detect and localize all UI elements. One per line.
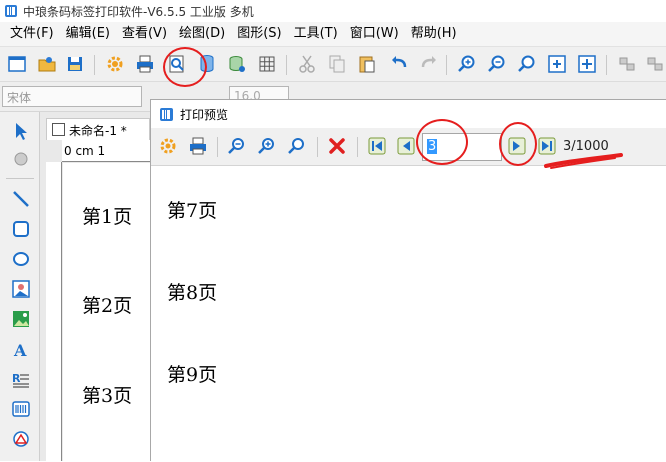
font-family-select[interactable]: 宋体 bbox=[2, 86, 142, 107]
app-logo-icon bbox=[160, 107, 173, 121]
print-preview-title: 打印预览 bbox=[180, 107, 229, 122]
toolbar-divider bbox=[94, 55, 95, 75]
line-tool-icon[interactable] bbox=[10, 188, 32, 210]
toolbar-divider bbox=[446, 55, 447, 75]
rich-text-tool-icon[interactable]: R bbox=[10, 368, 32, 390]
menu-bar: 文件(F) 编辑(E) 查看(V) 绘图(D) 图形(S) 工具(T) 窗口(W… bbox=[0, 22, 666, 46]
vertical-ruler bbox=[46, 162, 62, 461]
preview-page-label: 第7页 bbox=[167, 200, 218, 222]
print-preview-titlebar: 打印预览 bbox=[151, 100, 666, 128]
toolbar-divider bbox=[317, 137, 318, 157]
print-preview-canvas: 第7页 第8页 第9页 bbox=[151, 166, 666, 462]
zoom-icon[interactable] bbox=[516, 53, 538, 75]
app-logo-icon bbox=[5, 5, 17, 17]
svg-text:A: A bbox=[13, 341, 27, 360]
menu-shape[interactable]: 图形(S) bbox=[231, 22, 287, 46]
document-tab-label: 未命名-1 * bbox=[69, 124, 127, 138]
settings-gear-icon[interactable] bbox=[104, 53, 126, 75]
document-tab[interactable]: 未命名-1 * bbox=[46, 118, 150, 140]
main-toolbar bbox=[0, 46, 666, 82]
zoom-in-icon[interactable] bbox=[257, 136, 277, 156]
toolbar-divider bbox=[286, 55, 287, 75]
highlight-circle-preview-button bbox=[163, 47, 207, 87]
canvas-page-label: 第2页 bbox=[82, 295, 133, 317]
menu-edit[interactable]: 编辑(E) bbox=[60, 22, 116, 46]
window-title: 中琅条码标签打印软件-V6.5.5 工业版 多机 bbox=[23, 4, 254, 19]
canvas-page-label: 第1页 bbox=[82, 206, 133, 228]
group-icon[interactable] bbox=[644, 53, 666, 75]
zoom-icon[interactable] bbox=[287, 136, 307, 156]
menu-window[interactable]: 窗口(W) bbox=[344, 22, 405, 46]
barcode-tool-icon[interactable] bbox=[10, 398, 32, 420]
toolbar-divider bbox=[606, 55, 607, 75]
save-icon[interactable] bbox=[64, 53, 86, 75]
align-icon[interactable] bbox=[616, 53, 638, 75]
print-icon[interactable] bbox=[134, 53, 156, 75]
image-tool-icon[interactable] bbox=[10, 278, 32, 300]
ruler-label: 0 cm 1 bbox=[64, 144, 106, 158]
preview-page-label: 第8页 bbox=[167, 282, 218, 304]
grid-icon[interactable] bbox=[256, 53, 278, 75]
copy-icon[interactable] bbox=[326, 53, 348, 75]
first-page-icon[interactable] bbox=[367, 136, 387, 156]
database-settings-icon[interactable] bbox=[226, 53, 248, 75]
toolbox-divider bbox=[6, 178, 34, 179]
menu-help[interactable]: 帮助(H) bbox=[405, 22, 463, 46]
menu-tools[interactable]: 工具(T) bbox=[288, 22, 344, 46]
rotate-tool-icon[interactable] bbox=[10, 148, 32, 170]
shape-tool-icon[interactable] bbox=[10, 428, 32, 450]
left-toolbox: A R bbox=[0, 112, 40, 461]
document-icon bbox=[52, 123, 65, 136]
menu-file[interactable]: 文件(F) bbox=[4, 22, 60, 46]
fit-width-icon[interactable] bbox=[576, 53, 598, 75]
picture-tool-icon[interactable] bbox=[10, 308, 32, 330]
redo-icon[interactable] bbox=[418, 53, 440, 75]
zoom-in-icon[interactable] bbox=[456, 53, 478, 75]
preview-page-label: 第9页 bbox=[167, 364, 218, 386]
undo-icon[interactable] bbox=[388, 53, 410, 75]
toolbar-divider bbox=[217, 137, 218, 157]
print-settings-icon[interactable] bbox=[158, 136, 178, 156]
text-tool-icon[interactable]: A bbox=[10, 338, 32, 360]
title-bar: 中琅条码标签打印软件-V6.5.5 工业版 多机 bbox=[0, 0, 666, 22]
select-cursor-icon[interactable] bbox=[10, 120, 32, 142]
close-preview-icon[interactable] bbox=[327, 136, 347, 156]
canvas-page-label: 第3页 bbox=[82, 385, 133, 407]
new-window-icon[interactable] bbox=[6, 53, 28, 75]
label-canvas[interactable]: 第1页 第2页 第3页 bbox=[63, 163, 160, 461]
highlight-circle-next-page bbox=[499, 122, 537, 166]
horizontal-ruler: 0 cm 1 bbox=[62, 140, 160, 162]
paste-icon[interactable] bbox=[356, 53, 378, 75]
zoom-out-icon[interactable] bbox=[227, 136, 247, 156]
fit-page-icon[interactable] bbox=[546, 53, 568, 75]
menu-view[interactable]: 查看(V) bbox=[116, 22, 173, 46]
zoom-out-icon[interactable] bbox=[486, 53, 508, 75]
previous-page-icon[interactable] bbox=[396, 136, 416, 156]
open-folder-icon[interactable] bbox=[36, 53, 58, 75]
highlight-underline-page-count bbox=[544, 153, 623, 169]
toolbar-divider bbox=[357, 137, 358, 157]
print-icon[interactable] bbox=[188, 136, 208, 156]
ellipse-tool-icon[interactable] bbox=[10, 248, 32, 270]
svg-text:R: R bbox=[12, 372, 21, 385]
highlight-circle-page-input bbox=[416, 119, 468, 165]
rectangle-tool-icon[interactable] bbox=[10, 218, 32, 240]
menu-draw[interactable]: 绘图(D) bbox=[173, 22, 231, 46]
cut-icon[interactable] bbox=[296, 53, 318, 75]
